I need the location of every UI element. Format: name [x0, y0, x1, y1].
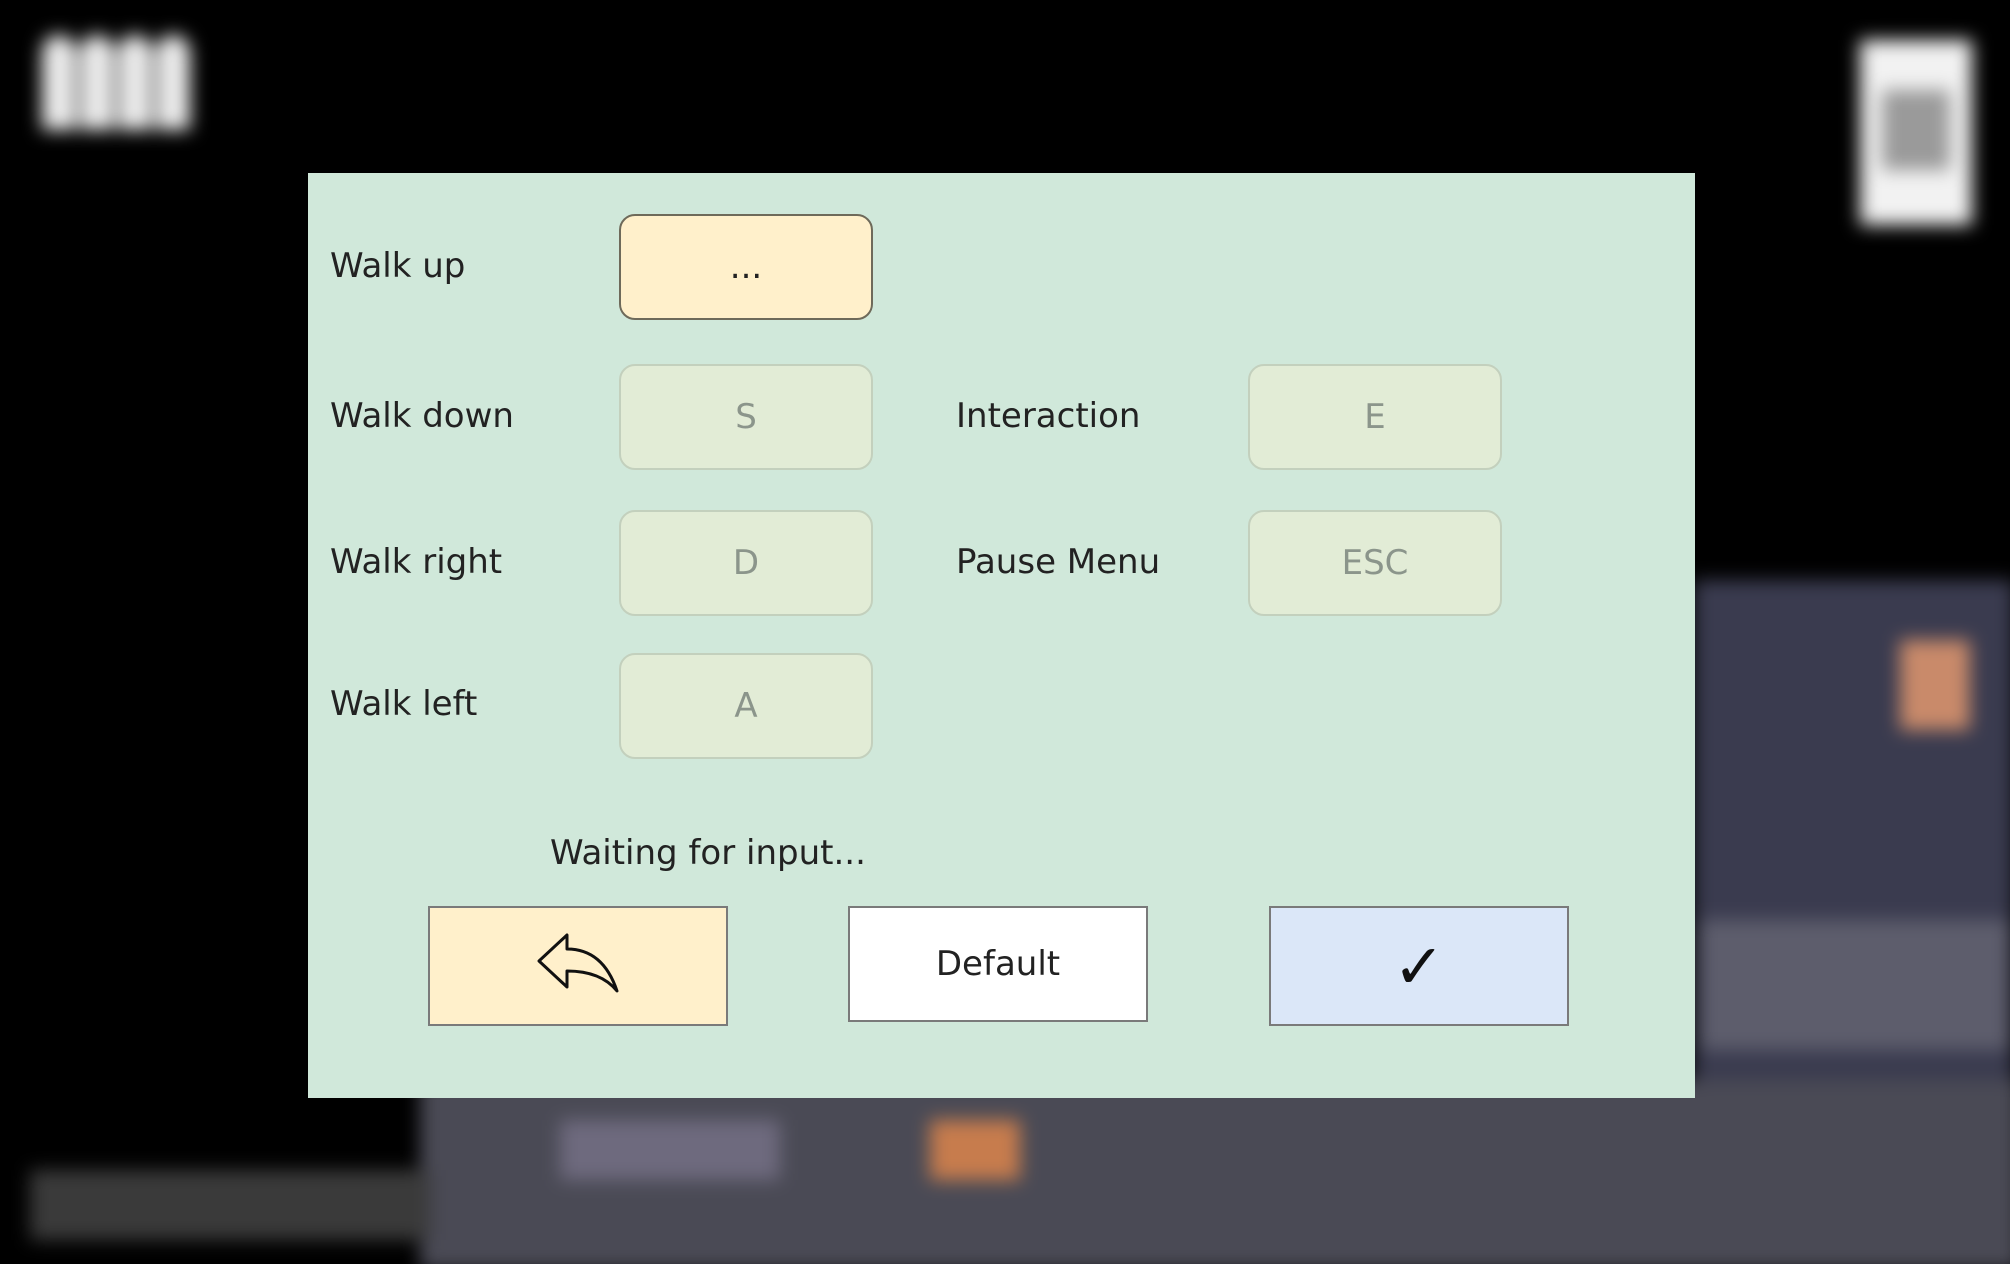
- background-room: [560, 1120, 780, 1180]
- background-card: [1860, 40, 1972, 225]
- background-bar: [30, 1170, 430, 1240]
- label-interaction: Interaction: [956, 396, 1141, 436]
- key-walk-down-button[interactable]: S: [619, 364, 873, 470]
- back-button[interactable]: [428, 906, 728, 1026]
- label-walk-right: Walk right: [330, 542, 503, 582]
- background-object: [930, 1120, 1020, 1180]
- label-walk-up: Walk up: [330, 246, 466, 286]
- back-arrow-icon: [533, 929, 623, 1003]
- key-walk-up-button[interactable]: ...: [619, 214, 873, 320]
- key-walk-right-button[interactable]: D: [619, 510, 873, 616]
- game-logo: [42, 35, 192, 130]
- status-text: Waiting for input...: [550, 833, 866, 873]
- key-interaction-button[interactable]: E: [1248, 364, 1502, 470]
- label-walk-left: Walk left: [330, 684, 478, 724]
- label-pause-menu: Pause Menu: [956, 542, 1161, 582]
- label-walk-down: Walk down: [330, 396, 514, 436]
- background-room: [1700, 920, 2010, 1050]
- key-walk-left-button[interactable]: A: [619, 653, 873, 759]
- confirm-button[interactable]: ✓: [1269, 906, 1569, 1026]
- key-pause-menu-button[interactable]: ESC: [1248, 510, 1502, 616]
- background-character: [1900, 640, 1970, 730]
- default-button[interactable]: Default: [848, 906, 1148, 1022]
